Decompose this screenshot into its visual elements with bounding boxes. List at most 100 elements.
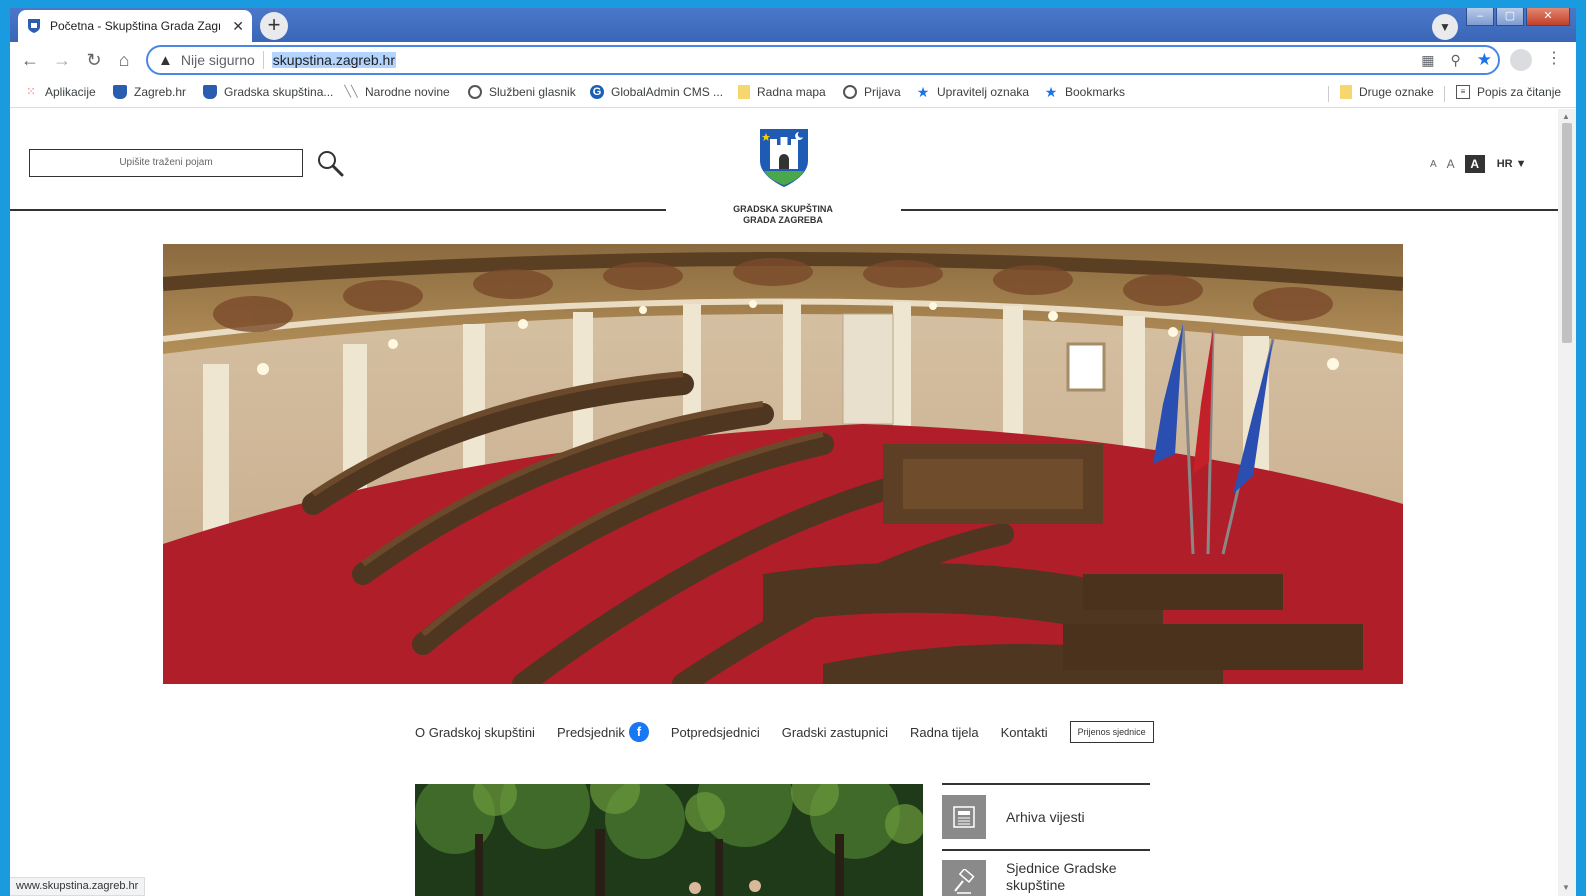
language-label: HR	[1496, 158, 1513, 170]
bookmark-radna-mapa[interactable]: Radna mapa	[738, 85, 826, 99]
nav-potpredsjednici[interactable]: Potpredsjednici	[671, 725, 760, 740]
logo-text[interactable]: GRADSKA SKUPŠTINA GRADA ZAGREBA	[710, 204, 856, 226]
main-navigation: O Gradskoj skupštini Predsjednik f Potpr…	[415, 721, 1154, 743]
bookmark-label: GlobalAdmin CMS ...	[611, 85, 724, 99]
live-stream-button[interactable]: Prijenos sjednice	[1069, 721, 1154, 743]
font-size-large-button[interactable]: A	[1464, 155, 1485, 173]
close-tab-icon[interactable]: ✕	[232, 18, 244, 35]
security-label[interactable]: Nije sigurno	[181, 52, 255, 68]
font-size-small-button[interactable]: A	[1430, 159, 1437, 170]
address-bar-actions: ▦ ⚲ ★	[1405, 50, 1498, 70]
bookmark-globaladmin[interactable]: G GlobalAdmin CMS ...	[590, 85, 723, 99]
bookmark-star-icon[interactable]: ★	[1477, 50, 1492, 70]
news-photo[interactable]	[415, 784, 923, 896]
browser-window: Početna - Skupština Grada Zagre ✕ + ▼ – …	[10, 8, 1576, 896]
bookmarks-bar: ⁙ Aplikacije Zagreb.hr Gradska skupština.…	[10, 78, 1576, 108]
nav-predsjednik[interactable]: Predsjednik f	[557, 722, 649, 742]
star-icon: ★	[1044, 84, 1058, 100]
home-icon[interactable]: ⌂	[112, 48, 136, 72]
tab-search-icon[interactable]: ▼	[1432, 14, 1458, 40]
sidebar-item-sjednice[interactable]: Sjednice Gradske skupštine	[942, 860, 1136, 896]
close-window-button[interactable]: ✕	[1526, 8, 1570, 26]
sidebar-label: Sjednice Gradske skupštine	[1006, 860, 1117, 893]
bookmark-label: Prijava	[864, 85, 901, 99]
zoom-icon[interactable]: ⚲	[1450, 52, 1460, 69]
search-input[interactable]: Upišite traženi pojam	[29, 149, 303, 177]
scroll-thumb[interactable]	[1562, 123, 1572, 343]
bookmark-narodne-novine[interactable]: ╲╲ Narodne novine	[344, 85, 449, 99]
bookmark-gradska-skupstina[interactable]: Gradska skupština...	[203, 85, 333, 99]
window-controls: – ▢ ✕	[1464, 8, 1570, 26]
globaladmin-icon: G	[590, 85, 604, 99]
divider	[1328, 86, 1329, 102]
active-tab[interactable]: Početna - Skupština Grada Zagre ✕	[18, 10, 252, 42]
tab-title: Početna - Skupština Grada Zagre	[50, 19, 220, 33]
facebook-icon[interactable]: f	[628, 722, 649, 742]
gavel-icon	[942, 860, 986, 896]
bookmark-label: Druge oznake	[1359, 85, 1434, 99]
nav-label: Predsjednik	[556, 724, 625, 740]
folder-icon	[738, 85, 750, 99]
divider	[262, 51, 264, 69]
browser-toolbar: ← → ↻ ⌂ ▲ Nije sigurno skupstina.zagreb.…	[10, 42, 1576, 78]
globe-icon	[843, 85, 857, 99]
zagreb-crest-icon	[113, 85, 127, 99]
status-bar: www.skupstina.zagreb.hr	[10, 877, 146, 896]
divider	[942, 849, 1150, 851]
bookmark-label: Upravitelj oznaka	[937, 85, 1030, 99]
tab-strip: Početna - Skupština Grada Zagre ✕ + ▼ – …	[10, 8, 1576, 42]
divider	[942, 783, 1150, 785]
qr-code-icon[interactable]: ▦	[1421, 52, 1434, 69]
font-size-medium-button[interactable]: A	[1447, 157, 1455, 171]
logo-line: GRADA ZAGREBA	[743, 215, 823, 225]
address-bar[interactable]: ▲ Nije sigurno skupstina.zagreb.hr ▦ ⚲ ★	[146, 45, 1500, 75]
newspaper-icon	[942, 795, 986, 839]
nav-kontakti[interactable]: Kontakti	[1001, 725, 1048, 740]
language-select[interactable]: HR ▼	[1497, 158, 1527, 170]
zagreb-crest-icon	[203, 85, 217, 99]
sidebar-label: Arhiva vijesti	[1006, 808, 1085, 825]
nav-radna-tijela[interactable]: Radna tijela	[910, 725, 979, 740]
web-page: Upišite traženi pojam GRADSKA SKUPŠTINA …	[10, 109, 1558, 896]
nav-o-gradskoj-skupstini[interactable]: O Gradskoj skupštini	[415, 725, 535, 740]
font-size-controls: A A A HR ▼	[1430, 155, 1527, 173]
url-text[interactable]: skupstina.zagreb.hr	[271, 52, 396, 68]
nav-gradski-zastupnici[interactable]: Gradski zastupnici	[782, 725, 888, 740]
new-tab-button[interactable]: +	[260, 12, 288, 40]
reading-list-icon: ≡	[1456, 85, 1470, 99]
bookmark-zagreb[interactable]: Zagreb.hr	[113, 85, 186, 99]
divider	[10, 209, 666, 211]
apps-grid-icon: ⁙	[26, 86, 36, 98]
globe-icon	[468, 85, 482, 99]
nn-icon: ╲╲	[344, 86, 358, 98]
divider	[1444, 86, 1445, 102]
bookmark-label: Aplikacije	[45, 85, 96, 99]
zagreb-crest-logo[interactable]	[758, 127, 810, 189]
bookmark-upravitelj-oznaka[interactable]: ★ Upravitelj oznaka	[916, 85, 1029, 99]
reading-list[interactable]: ≡ Popis za čitanje	[1456, 85, 1561, 99]
folder-icon	[1340, 85, 1352, 99]
sidebar-item-arhiva-vijesti[interactable]: Arhiva vijesti	[942, 795, 1136, 839]
maximize-button[interactable]: ▢	[1496, 8, 1524, 26]
scroll-up-icon[interactable]: ▲	[1562, 112, 1570, 121]
back-icon[interactable]: ←	[18, 48, 42, 72]
page-scrollbar[interactable]: ▲ ▼	[1558, 109, 1576, 896]
bookmark-label: Radna mapa	[757, 85, 826, 99]
bookmark-apps[interactable]: ⁙ Aplikacije	[24, 85, 96, 99]
search-icon[interactable]	[316, 149, 344, 177]
scroll-down-icon[interactable]: ▼	[1562, 883, 1570, 892]
logo-line: GRADSKA SKUPŠTINA	[733, 204, 833, 214]
reload-icon[interactable]: ↻	[82, 48, 106, 72]
warning-icon[interactable]: ▲	[158, 52, 173, 69]
profile-avatar[interactable]	[1510, 49, 1532, 71]
forward-icon[interactable]: →	[50, 48, 74, 72]
minimize-button[interactable]: –	[1466, 8, 1494, 26]
bookmark-other[interactable]: Druge oznake	[1340, 85, 1434, 99]
zagreb-crest-icon	[28, 19, 40, 33]
bookmark-sluzbeni-glasnik[interactable]: Službeni glasnik	[468, 85, 576, 99]
more-menu-icon[interactable]: ⋮	[1546, 48, 1562, 68]
bookmark-prijava[interactable]: Prijava	[843, 85, 901, 99]
chevron-down-icon: ▼	[1515, 158, 1527, 170]
bookmark-label: Službeni glasnik	[489, 85, 576, 99]
bookmark-bookmarks[interactable]: ★ Bookmarks	[1044, 85, 1125, 99]
